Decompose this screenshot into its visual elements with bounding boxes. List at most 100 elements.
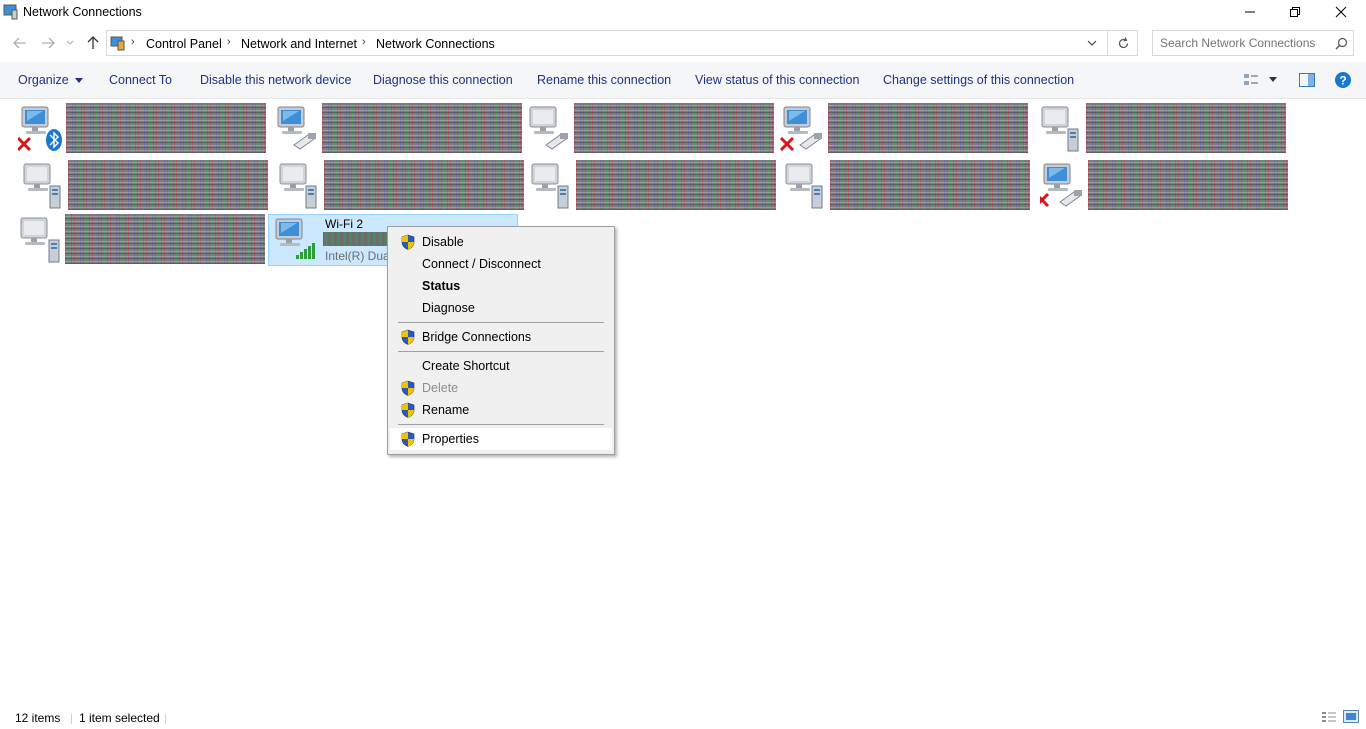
close-icon [1335,6,1347,18]
breadcrumb-separator-icon: › [362,36,366,48]
status-separator [71,714,72,724]
menu-item-connect-disconnect[interactable]: Connect / Disconnect [390,253,612,275]
view-status-button[interactable]: View status of this connection [695,73,859,87]
preview-pane-icon[interactable] [1299,73,1315,87]
search-icon [1335,37,1348,50]
minimize-button[interactable] [1227,0,1273,24]
redacted-connection-details [65,214,265,264]
control-panel-icon [110,36,125,51]
menu-item-status[interactable]: Status [390,275,612,297]
menu-item-label: Bridge Connections [422,330,532,344]
virtual-adapter-icon [20,217,60,263]
network-connections-app-icon [3,4,18,20]
close-button[interactable] [1318,0,1364,24]
restore-button[interactable] [1272,0,1318,24]
connection-name: Wi-Fi 2 [325,217,363,231]
back-button[interactable] [10,33,30,53]
ethernet-disconnected-icon [780,106,823,152]
command-bar: Organize Connect To Disable this network… [0,62,1366,99]
connection-adapter: Intel(R) Dua [325,249,390,263]
redacted-connection-details [322,103,522,153]
rename-connection-button[interactable]: Rename this connection [537,73,671,87]
selection-count: 1 item selected [79,711,160,725]
menu-item-disable[interactable]: Disable [390,231,612,253]
recent-locations-button[interactable] [62,33,78,53]
diagnose-connection-button[interactable]: Diagnose this connection [373,73,513,87]
window-title: Network Connections [23,5,142,19]
menu-separator [398,424,604,425]
menu-item-rename[interactable]: Rename [390,399,612,421]
forward-button[interactable] [38,33,58,53]
arrow-up-icon [87,36,99,49]
virtual-adapter-icon [1041,106,1079,152]
menu-item-label: Create Shortcut [422,359,510,373]
search-box[interactable] [1152,30,1354,56]
redacted-connection-details [66,103,266,153]
redacted-connection-status [323,232,393,246]
menu-item-properties[interactable]: Properties [390,428,612,450]
help-icon[interactable]: ? [1335,72,1351,88]
arrow-right-icon [42,37,55,49]
context-menu: Disable Connect / Disconnect Status Diag… [387,226,615,455]
refresh-icon[interactable] [1117,37,1130,50]
redacted-connection-details [324,160,524,210]
redacted-connection-details [828,103,1028,153]
uac-shield-icon [401,431,415,447]
change-settings-button[interactable]: Change settings of this connection [883,73,1074,87]
redacted-connection-details [68,160,268,210]
search-input[interactable] [1160,36,1325,50]
caret-down-icon [75,78,84,84]
uac-shield-icon [401,402,415,418]
menu-item-create-shortcut[interactable]: Create Shortcut [390,355,612,377]
wifi-connection-icon [275,218,315,259]
menu-item-bridge-connections[interactable]: Bridge Connections [390,326,612,348]
menu-item-label: Disable [422,235,464,249]
ethernet-connection-icon [529,106,569,150]
ethernet-connection-icon [277,106,317,150]
redacted-connection-details [830,160,1030,210]
menu-item-delete: Delete [390,377,612,399]
menu-item-label: Status [422,279,461,293]
menu-item-label: Properties [422,432,479,446]
redacted-connection-details [576,160,776,210]
breadcrumb-separator-icon: › [131,36,135,48]
virtual-adapter-icon [531,163,569,209]
address-dropdown-icon[interactable] [1087,40,1097,47]
menu-item-diagnose[interactable]: Diagnose [390,297,612,319]
menu-item-label: Connect / Disconnect [422,257,541,271]
uac-shield-icon [401,380,415,396]
virtual-adapter-icon [23,163,61,209]
minimize-icon [1245,11,1255,13]
bluetooth-connection-icon [18,106,62,152]
breadcrumb-network-and-internet[interactable]: Network and Internet [241,37,357,51]
change-view-icon[interactable] [1243,73,1259,87]
redacted-connection-details [1088,160,1288,210]
title-bar: Network Connections [0,0,1366,26]
disable-device-button[interactable]: Disable this network device [200,73,351,87]
item-count: 12 items [15,711,61,725]
svg-text:?: ? [1339,74,1346,88]
arrow-left-icon [13,37,26,49]
menu-item-label: Rename [422,403,470,417]
breadcrumb-network-connections[interactable]: Network Connections [376,37,495,51]
view-dropdown-icon[interactable] [1269,77,1277,82]
breadcrumb-separator-icon: › [227,36,231,48]
breadcrumb-control-panel[interactable]: Control Panel [146,37,222,51]
large-icons-view-icon[interactable] [1343,710,1359,723]
menu-item-label: Delete [422,381,459,395]
address-bar[interactable]: › Control Panel › Network and Internet ›… [106,30,1138,56]
menu-separator [398,351,604,352]
status-bar: 12 items 1 item selected [0,706,1366,729]
chevron-down-icon [66,40,74,45]
connect-to-button[interactable]: Connect To [109,73,172,87]
uac-shield-icon [401,329,415,345]
redacted-connection-details [574,103,774,153]
redacted-connection-details [1086,103,1286,153]
virtual-adapter-icon [279,163,317,209]
virtual-adapter-icon [785,163,823,209]
organize-menu[interactable]: Organize [18,73,84,87]
details-view-icon[interactable] [1321,711,1337,723]
restore-icon [1290,7,1300,17]
ethernet-disconnected-icon [1040,163,1083,208]
up-button[interactable] [83,33,103,53]
